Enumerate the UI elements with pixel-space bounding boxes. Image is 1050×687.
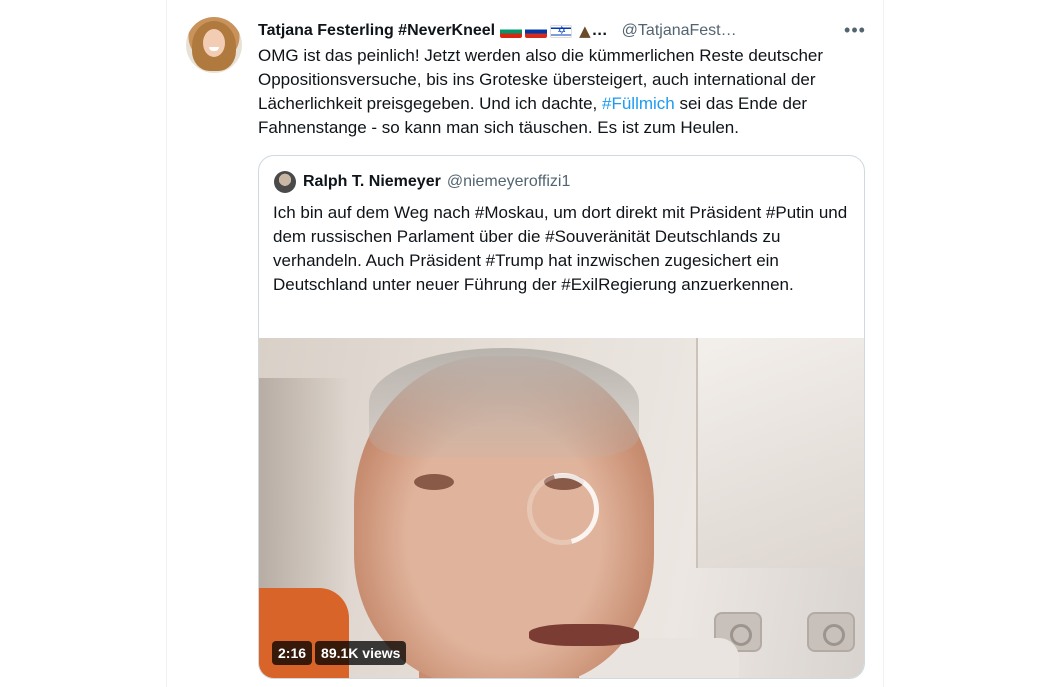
video-player[interactable]: 2:16 89.1K views bbox=[259, 338, 864, 678]
quoted-tweet-text: Ich bin auf dem Weg nach #Moskau, um dor… bbox=[273, 203, 848, 294]
flag-bulgaria-icon bbox=[500, 24, 523, 38]
flag-israel-icon bbox=[550, 24, 573, 38]
video-seat bbox=[259, 588, 349, 678]
author-avatar[interactable] bbox=[186, 17, 242, 73]
hashtag-link[interactable]: #Füllmich bbox=[602, 94, 675, 113]
quoted-author-avatar[interactable] bbox=[274, 171, 296, 193]
video-air-vent bbox=[807, 612, 855, 652]
author-handle[interactable]: @TatjanaFest… bbox=[622, 22, 737, 40]
tweet-header: Tatjana Festerling #NeverKneel ▲ … @Tatj… bbox=[258, 20, 737, 42]
video-duration: 2:16 bbox=[272, 641, 313, 665]
quoted-author-handle[interactable]: @niemeyeroffizi1 bbox=[447, 173, 571, 191]
volcano-icon: ▲ bbox=[579, 22, 591, 40]
tweet-text: OMG ist das peinlich! Jetzt werden also … bbox=[258, 44, 868, 140]
quoted-tweet-card[interactable]: Ralph T. Niemeyer @niemeyeroffizi1 Ich b… bbox=[258, 155, 865, 679]
name-emojis: ▲ bbox=[500, 22, 591, 40]
author-name[interactable]: Tatjana Festerling #NeverKneel bbox=[258, 22, 495, 40]
video-background-window bbox=[696, 338, 864, 568]
quoted-author-name[interactable]: Ralph T. Niemeyer bbox=[303, 173, 441, 191]
video-badges: 2:16 89.1K views bbox=[272, 641, 407, 665]
more-options-icon[interactable]: ••• bbox=[842, 18, 868, 42]
flag-russia-icon bbox=[525, 24, 548, 38]
author-name-truncation: … bbox=[591, 22, 608, 39]
video-views: 89.1K views bbox=[315, 641, 407, 665]
quoted-tweet-header: Ralph T. Niemeyer @niemeyeroffizi1 bbox=[303, 171, 570, 193]
